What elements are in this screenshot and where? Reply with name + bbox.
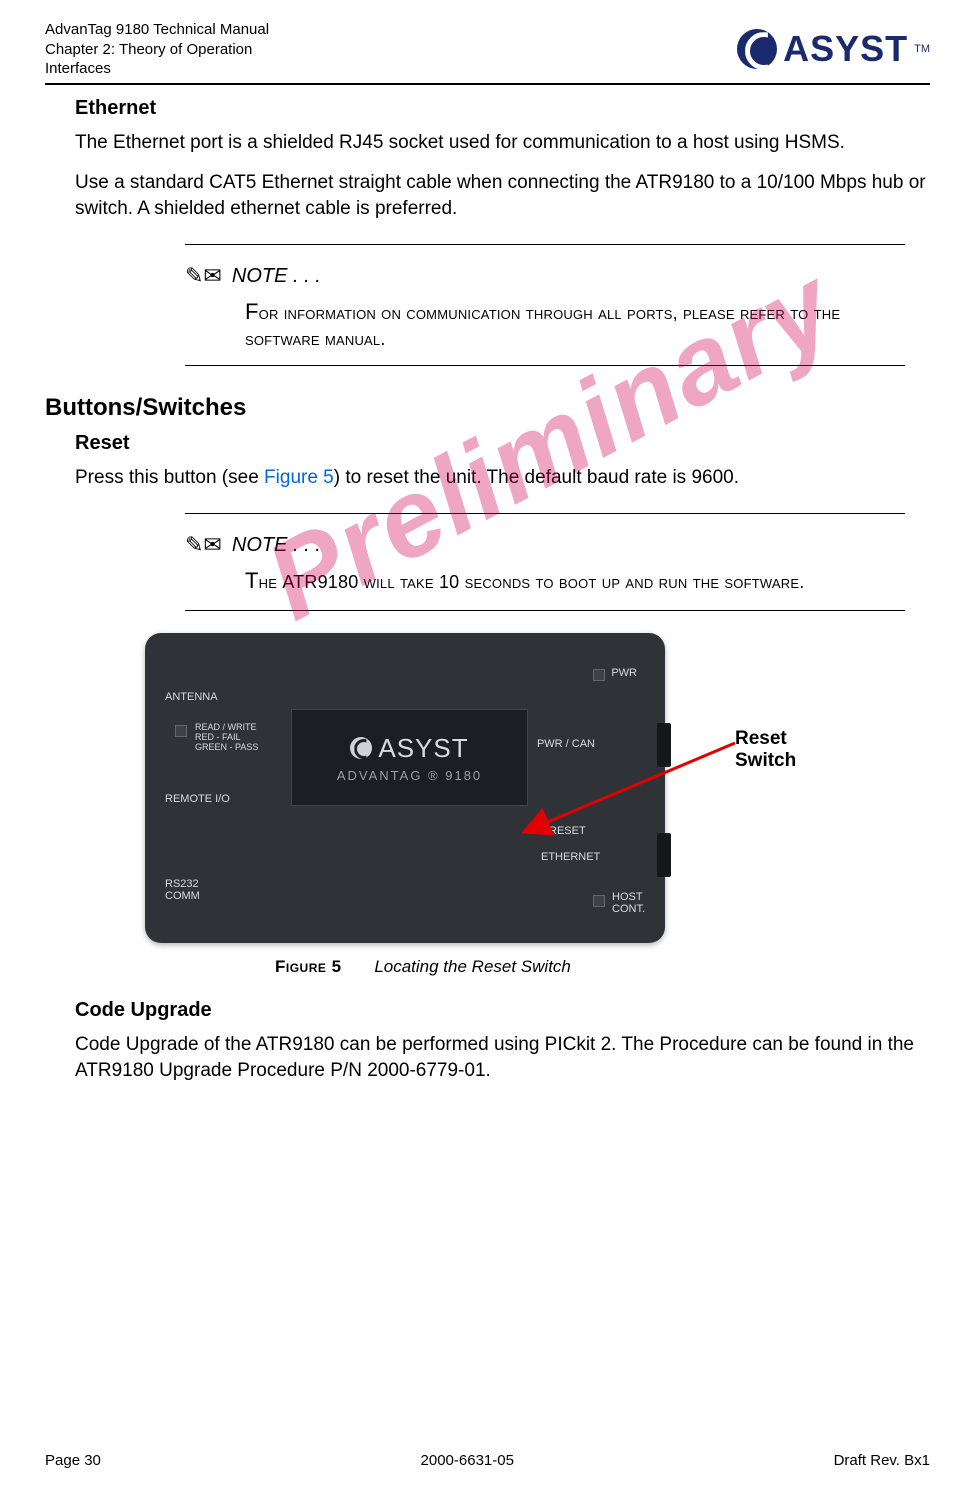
device-screen: ASYST ADVANTAG ® 9180 [291, 709, 528, 806]
device-logo-icon [350, 737, 372, 759]
page-footer: Page 30 2000-6631-05 Draft Rev. Bx1 [45, 1452, 930, 1469]
code-upgrade-heading: Code Upgrade [75, 999, 930, 1022]
figure-number: Figure 5 [275, 957, 342, 976]
label-comm: COMM [165, 890, 200, 902]
chapter-line: Chapter 2: Theory of Operation [45, 40, 269, 60]
label-antenna: ANTENNA [165, 691, 218, 703]
label-red-fail: RED - FAIL [195, 732, 241, 742]
callout-arrow [535, 738, 755, 848]
note-body-1: For information on communication through… [185, 297, 905, 351]
note-label-1: NOTE . . . [232, 265, 321, 288]
footer-docnum: 2000-6631-05 [421, 1452, 514, 1469]
label-green-pass: GREEN - PASS [195, 742, 258, 752]
label-read-write: READ / WRITE [195, 722, 257, 732]
figure-5-link[interactable]: Figure 5 [264, 467, 334, 488]
logo-swirl-icon [737, 29, 777, 69]
code-upgrade-para: Code Upgrade of the ATR9180 can be perfo… [75, 1032, 930, 1084]
brand-logo: ASYST TM [737, 28, 930, 70]
footer-page: Page 30 [45, 1452, 101, 1469]
buttons-switches-heading: Buttons/Switches [45, 394, 930, 422]
label-remote-io: REMOTE I/O [165, 793, 230, 805]
pencil-note-icon: ✎✉ [185, 263, 222, 289]
label-pwr: PWR [611, 667, 637, 679]
device-brand: ASYST [378, 733, 468, 764]
doc-title: AdvanTag 9180 Technical Manual [45, 20, 269, 40]
ethernet-para-1: The Ethernet port is a shielded RJ45 soc… [75, 130, 930, 156]
ethernet-heading: Ethernet [75, 97, 930, 120]
header-left-block: AdvanTag 9180 Technical Manual Chapter 2… [45, 20, 269, 79]
figure-title: Locating the Reset Switch [374, 957, 571, 976]
pencil-note-icon: ✎✉ [185, 532, 222, 558]
brand-name: ASYST [783, 28, 908, 70]
label-cont: CONT. [612, 903, 645, 915]
led-indicator [175, 725, 187, 737]
note-label-2: NOTE . . . [232, 534, 321, 557]
label-rs232: RS232 [165, 878, 199, 890]
reset-heading: Reset [75, 432, 930, 455]
reset-switch-callout: ResetSwitch [735, 728, 796, 772]
footer-rev: Draft Rev. Bx1 [834, 1452, 930, 1469]
ethernet-para-2: Use a standard CAT5 Ethernet straight ca… [75, 170, 930, 222]
trademark-symbol: TM [914, 43, 930, 55]
label-ethernet-port: ETHERNET [541, 851, 600, 863]
host-led [593, 895, 605, 907]
label-host: HOST [612, 891, 643, 903]
section-line: Interfaces [45, 59, 269, 79]
figure-5-caption: Figure 5 Locating the Reset Switch [275, 957, 930, 977]
device-model: ADVANTAG ® 9180 [337, 768, 482, 783]
reset-para: Press this button (see Figure 5) to rese… [75, 465, 930, 491]
note-block-1: ✎✉ NOTE . . . For information on communi… [185, 244, 905, 366]
figure-5-wrap: ANTENNA READ / WRITE RED - FAIL GREEN - … [145, 633, 930, 977]
page-header: AdvanTag 9180 Technical Manual Chapter 2… [45, 20, 930, 85]
pwr-led [593, 669, 605, 681]
note-block-2: ✎✉ NOTE . . . The ATR9180 will take 10 s… [185, 513, 905, 611]
note-body-2: The ATR9180 will take 10 seconds to boot… [185, 566, 905, 596]
